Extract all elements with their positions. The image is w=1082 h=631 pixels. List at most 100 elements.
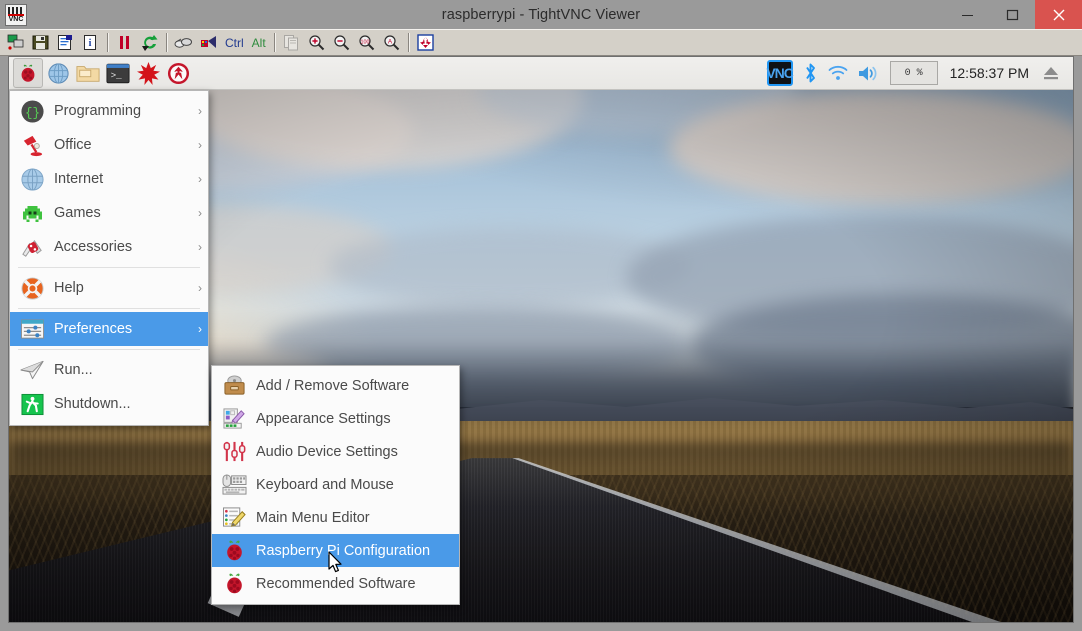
raspberry-pi-logo-icon: [21, 64, 35, 82]
raspberry-menu-button[interactable]: [13, 58, 43, 88]
games-invader-icon: [18, 199, 46, 227]
toolbar-separator: [404, 31, 413, 54]
maximize-button[interactable]: [990, 0, 1035, 29]
chevron-right-icon: ›: [198, 172, 202, 186]
window-titlebar[interactable]: VNC raspberrypi - TightVNC Viewer: [0, 0, 1082, 29]
zoom-in-icon[interactable]: [304, 31, 329, 54]
menu-item-accessories[interactable]: Accessories ›: [10, 230, 208, 264]
raspberry-pi-config-icon: [220, 537, 248, 565]
help-lifebuoy-icon: [18, 274, 46, 302]
new-connection-icon[interactable]: [3, 31, 28, 54]
menu-label: Internet: [54, 171, 104, 187]
window-title: raspberrypi - TightVNC Viewer: [441, 6, 641, 23]
cpu-usage-monitor[interactable]: 0 %: [886, 58, 942, 88]
pause-icon[interactable]: [112, 31, 137, 54]
chevron-right-icon: ›: [198, 206, 202, 220]
toolbar-separator: [162, 31, 171, 54]
ctrl-key-text[interactable]: Ctrl: [221, 36, 248, 50]
add-remove-software-icon: [220, 372, 248, 400]
wifi-icon[interactable]: [824, 58, 852, 88]
menu-label: Help: [54, 280, 84, 296]
tightvnc-viewer-window: VNC raspberrypi - TightVNC Viewer i Ctrl…: [0, 0, 1082, 631]
menu-item-office[interactable]: Office ›: [10, 128, 208, 162]
cpu-usage-value: 0 %: [889, 61, 938, 85]
web-browser-launcher[interactable]: [43, 58, 73, 88]
submenu-item-main-menu-editor[interactable]: Main Menu Editor: [212, 501, 459, 534]
vnc-logo-icon[interactable]: VNC: [5, 3, 27, 26]
menu-separator: [18, 308, 200, 309]
eject-icon[interactable]: [1037, 58, 1065, 88]
menu-item-help[interactable]: Help ›: [10, 271, 208, 305]
vnc-desktop-view[interactable]: >_ VNC 0 % 12:58:37 PM {} Programming › …: [8, 56, 1074, 623]
bluetooth-icon[interactable]: [799, 58, 822, 88]
main-application-menu: {} Programming › Office › Internet › Gam…: [9, 90, 209, 426]
file-manager-launcher[interactable]: [73, 58, 103, 88]
menu-item-games[interactable]: Games ›: [10, 196, 208, 230]
menu-item-preferences[interactable]: Preferences ›: [10, 312, 208, 346]
send-key-icon[interactable]: [196, 31, 221, 54]
clipboard-transfer-icon: [279, 31, 304, 54]
menu-label: Recommended Software: [256, 575, 416, 592]
menu-item-internet[interactable]: Internet ›: [10, 162, 208, 196]
menu-item-run[interactable]: Run...: [10, 353, 208, 387]
chevron-right-icon: ›: [198, 240, 202, 254]
raspberry-pi-taskbar: >_ VNC 0 % 12:58:37 PM: [9, 57, 1073, 90]
volume-icon[interactable]: [854, 58, 884, 88]
save-session-icon[interactable]: [28, 31, 53, 54]
system-tray: VNC 0 % 12:58:37 PM: [763, 58, 1069, 88]
zoom-out-icon[interactable]: [329, 31, 354, 54]
menu-label: Preferences: [54, 321, 133, 337]
zoom-100-icon[interactable]: 100: [354, 31, 379, 54]
shutdown-exit-icon: [18, 390, 46, 418]
accessories-knife-icon: [18, 233, 46, 261]
menu-item-shutdown[interactable]: Shutdown...: [10, 387, 208, 421]
taskbar-clock[interactable]: 12:58:37 PM: [944, 65, 1035, 81]
vnc-logo-dots: [8, 6, 24, 14]
close-button[interactable]: [1035, 0, 1082, 29]
menu-separator: [18, 267, 200, 268]
wolfram-launcher[interactable]: [163, 58, 193, 88]
menu-label: Appearance Settings: [256, 410, 391, 427]
vnc-tray-label: VNC: [766, 60, 794, 86]
minimize-button[interactable]: [945, 0, 990, 29]
main-menu-editor-icon: [220, 504, 248, 532]
fullscreen-icon[interactable]: [413, 31, 438, 54]
submenu-item-audio-device-settings[interactable]: Audio Device Settings: [212, 435, 459, 468]
toolbar-separator: [103, 31, 112, 54]
menu-label: Accessories: [54, 239, 133, 255]
window-controls: [945, 0, 1082, 29]
preferences-sliders-icon: [18, 315, 46, 343]
keyboard-mouse-icon: [220, 471, 248, 499]
submenu-item-appearance-settings[interactable]: Appearance Settings: [212, 402, 459, 435]
zoom-auto-icon[interactable]: A: [379, 31, 404, 54]
menu-item-programming[interactable]: {} Programming ›: [10, 94, 208, 128]
mathematica-launcher[interactable]: [133, 58, 163, 88]
menu-label: Audio Device Settings: [256, 443, 398, 460]
send-ctrl-alt-del-icon[interactable]: [171, 31, 196, 54]
wolfram-icon: [167, 62, 189, 84]
menu-label: Raspberry Pi Configuration: [256, 542, 431, 559]
menu-label: Add / Remove Software: [256, 377, 410, 394]
connection-info-icon[interactable]: i: [78, 31, 103, 54]
terminal-launcher[interactable]: >_: [103, 58, 133, 88]
svg-text:A: A: [388, 38, 393, 45]
chevron-right-icon: ›: [198, 138, 202, 152]
alt-key-text[interactable]: Alt: [248, 36, 270, 50]
chevron-right-icon: ›: [198, 104, 202, 118]
menu-label: Main Menu Editor: [256, 509, 370, 526]
recommended-software-icon: [220, 570, 248, 598]
chevron-right-icon: ›: [198, 322, 202, 336]
toolbar-separator: [270, 31, 279, 54]
menu-separator: [18, 349, 200, 350]
refresh-icon[interactable]: [137, 31, 162, 54]
vnc-toolbar: i Ctrl Alt 100 A: [0, 29, 1082, 56]
appearance-settings-icon: [220, 405, 248, 433]
mouse-pointer: [328, 551, 344, 575]
connection-options-icon[interactable]: [53, 31, 78, 54]
submenu-item-keyboard-and-mouse[interactable]: Keyboard and Mouse: [212, 468, 459, 501]
menu-label: Office: [54, 137, 92, 153]
svg-text:{}: {}: [24, 106, 39, 120]
svg-text:>_: >_: [111, 70, 123, 81]
submenu-item-add-remove-software[interactable]: Add / Remove Software: [212, 369, 459, 402]
vnc-server-tray-icon[interactable]: VNC: [763, 58, 797, 88]
